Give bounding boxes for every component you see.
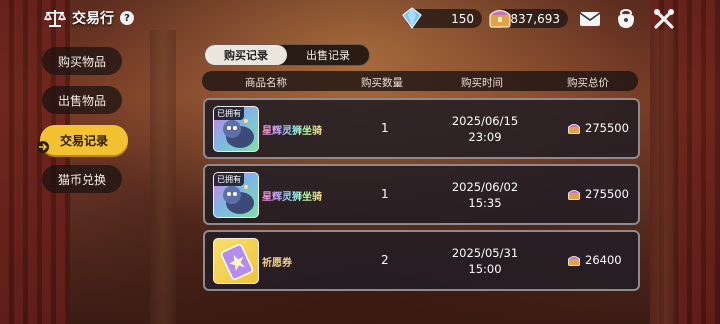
quantity: 1: [381, 121, 389, 135]
sidebar-item-records[interactable]: 交易记录: [40, 125, 128, 155]
purchase-time: 2025/05/31 15:00: [452, 245, 518, 277]
quantity: 1: [381, 187, 389, 201]
purchase-date: 2025/06/02: [451, 180, 519, 194]
column-header-item-name: 商品名称: [245, 77, 287, 89]
blue-gem-icon: [402, 7, 422, 30]
table-row[interactable]: 已拥有 星辉灵狮坐骑 1 2025/06/15 23:09 275500: [203, 98, 640, 159]
column-header-total: 购买总价: [567, 77, 609, 89]
top-bar: 交易行 ? 150 837,693: [0, 0, 720, 38]
page-title: 交易行: [72, 11, 114, 27]
item-slot: 已拥有: [213, 106, 259, 152]
tools-close-icon[interactable]: [652, 7, 676, 31]
sidebar-item-cat-coin-exchange[interactable]: 猫币兑换: [42, 165, 122, 193]
purchase-time: 2025/06/15 23:09: [452, 113, 518, 145]
purchase-date: 2025/05/31: [451, 246, 519, 260]
total-price: 275500: [568, 187, 629, 201]
item-name: 祈愿券: [262, 258, 292, 269]
item-name: 星辉灵狮坐骑: [262, 188, 322, 203]
gem-currency-display[interactable]: 150: [402, 7, 482, 30]
sidebar-item-buy[interactable]: 购买物品: [42, 47, 122, 75]
title-area: 交易行 ?: [44, 8, 134, 28]
sidebar-item-sell[interactable]: 出售物品: [42, 86, 122, 114]
coin-chest-icon: [568, 123, 580, 134]
purchase-time: 2025/06/02 15:35: [452, 179, 518, 211]
column-header-time: 购买时间: [461, 77, 503, 89]
tab-sale-records[interactable]: 出售记录: [287, 45, 369, 65]
treasure-chest-icon: [489, 9, 511, 28]
table-row[interactable]: 祈愿券 2 2025/05/31 15:00 26400: [203, 230, 640, 291]
purchase-date: 2025/06/15: [451, 114, 519, 128]
purchase-clock: 23:09: [468, 130, 502, 144]
arrow-right-icon: [37, 141, 49, 153]
purchase-clock: 15:35: [468, 196, 502, 210]
coin-currency-display[interactable]: 837,693: [489, 9, 568, 28]
total-price: 26400: [568, 253, 622, 267]
owned-badge: 已拥有: [214, 173, 244, 186]
scale-icon: [44, 10, 66, 27]
item-slot: 已拥有: [213, 172, 259, 218]
table-row[interactable]: 已拥有 星辉灵狮坐骑 1 2025/06/02 15:35 275500: [203, 164, 640, 225]
wish-ticket-icon: [220, 243, 254, 281]
coin-chest-icon: [568, 189, 580, 200]
table-header: 商品名称 购买数量 购买时间 购买总价: [202, 71, 638, 91]
sidebar-item-label: 交易记录: [59, 133, 108, 148]
coin-chest-icon: [568, 255, 580, 266]
pillar-decoration: [150, 30, 176, 324]
owned-badge: 已拥有: [214, 107, 244, 120]
gem-amount: 150: [451, 11, 474, 26]
sidebar-item-label: 出售物品: [57, 93, 106, 108]
quantity: 2: [381, 253, 389, 267]
column-header-quantity: 购买数量: [361, 77, 403, 89]
item-slot: [213, 238, 259, 284]
sidebar-item-label: 猫币兑换: [57, 172, 106, 187]
total-price: 275500: [568, 121, 629, 135]
mail-icon[interactable]: [578, 7, 602, 31]
pillar-decoration: [650, 30, 676, 324]
help-icon[interactable]: ?: [120, 11, 134, 25]
total-price-value: 275500: [585, 187, 629, 201]
coin-amount: 837,693: [510, 11, 560, 26]
bag-icon[interactable]: [614, 7, 638, 31]
total-price-value: 26400: [585, 253, 622, 267]
purchase-clock: 15:00: [468, 262, 502, 276]
tab-purchase-records[interactable]: 购买记录: [205, 45, 287, 65]
total-price-value: 275500: [585, 121, 629, 135]
record-tabs: 购买记录 出售记录: [204, 44, 370, 66]
sidebar-item-label: 购买物品: [57, 54, 106, 69]
item-name: 星辉灵狮坐骑: [262, 122, 322, 137]
